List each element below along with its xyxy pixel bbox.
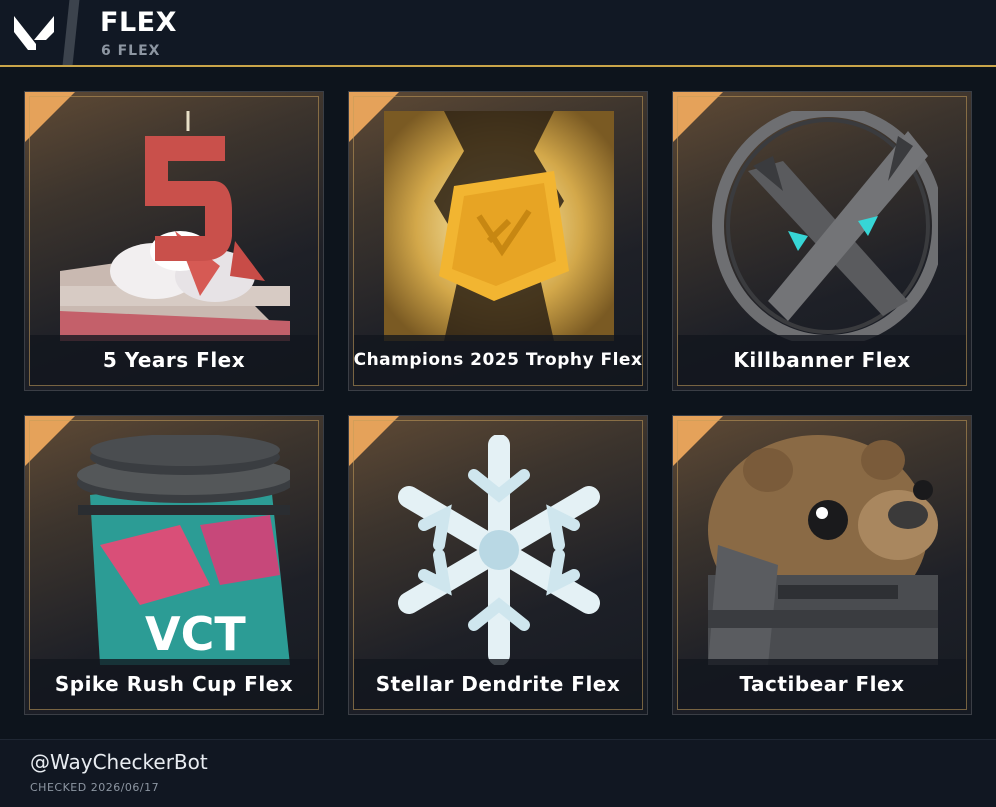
flex-card[interactable]: Stellar Dendrite Flex	[348, 415, 648, 715]
flex-card[interactable]: 5 Years Flex	[24, 91, 324, 391]
snowflake-icon	[398, 435, 600, 665]
item-name: Killbanner Flex	[733, 348, 911, 372]
birthday-cake-5-icon	[60, 111, 290, 341]
item-name: Stellar Dendrite Flex	[375, 672, 621, 696]
flex-card[interactable]: Tactibear Flex	[672, 415, 972, 715]
champions-trophy-icon	[384, 111, 614, 341]
item-name: Tactibear Flex	[739, 672, 905, 696]
bot-handle: @WayCheckerBot	[30, 750, 208, 774]
footer: @WayCheckerBot CHECKED 2026/06/17	[0, 739, 996, 807]
item-name: 5 Years Flex	[102, 348, 246, 372]
killbanner-icon	[712, 111, 938, 341]
tactibear-icon	[708, 435, 938, 665]
item-name: Spike Rush Cup Flex	[54, 672, 294, 696]
flex-card[interactable]: Killbanner Flex	[672, 91, 972, 391]
flex-card[interactable]: Champions 2025 Trophy Flex	[348, 91, 648, 391]
flex-card[interactable]: VCT Spike Rush Cup Flex	[24, 415, 324, 715]
valorant-logo-icon	[14, 16, 54, 50]
flex-grid: 5 Years Flex Champions 2025 Trophy Flex	[0, 67, 996, 739]
vct-coffee-cup-icon: VCT	[77, 435, 290, 665]
checked-date: CHECKED 2026/06/17	[30, 781, 160, 794]
header-divider	[62, 0, 80, 65]
item-count: 6 FLEX	[101, 43, 161, 59]
page-title: FLEX	[100, 7, 177, 38]
header: FLEX 6 FLEX	[0, 0, 996, 67]
svg-text:VCT: VCT	[145, 607, 246, 661]
item-name: Champions 2025 Trophy Flex	[353, 350, 643, 370]
